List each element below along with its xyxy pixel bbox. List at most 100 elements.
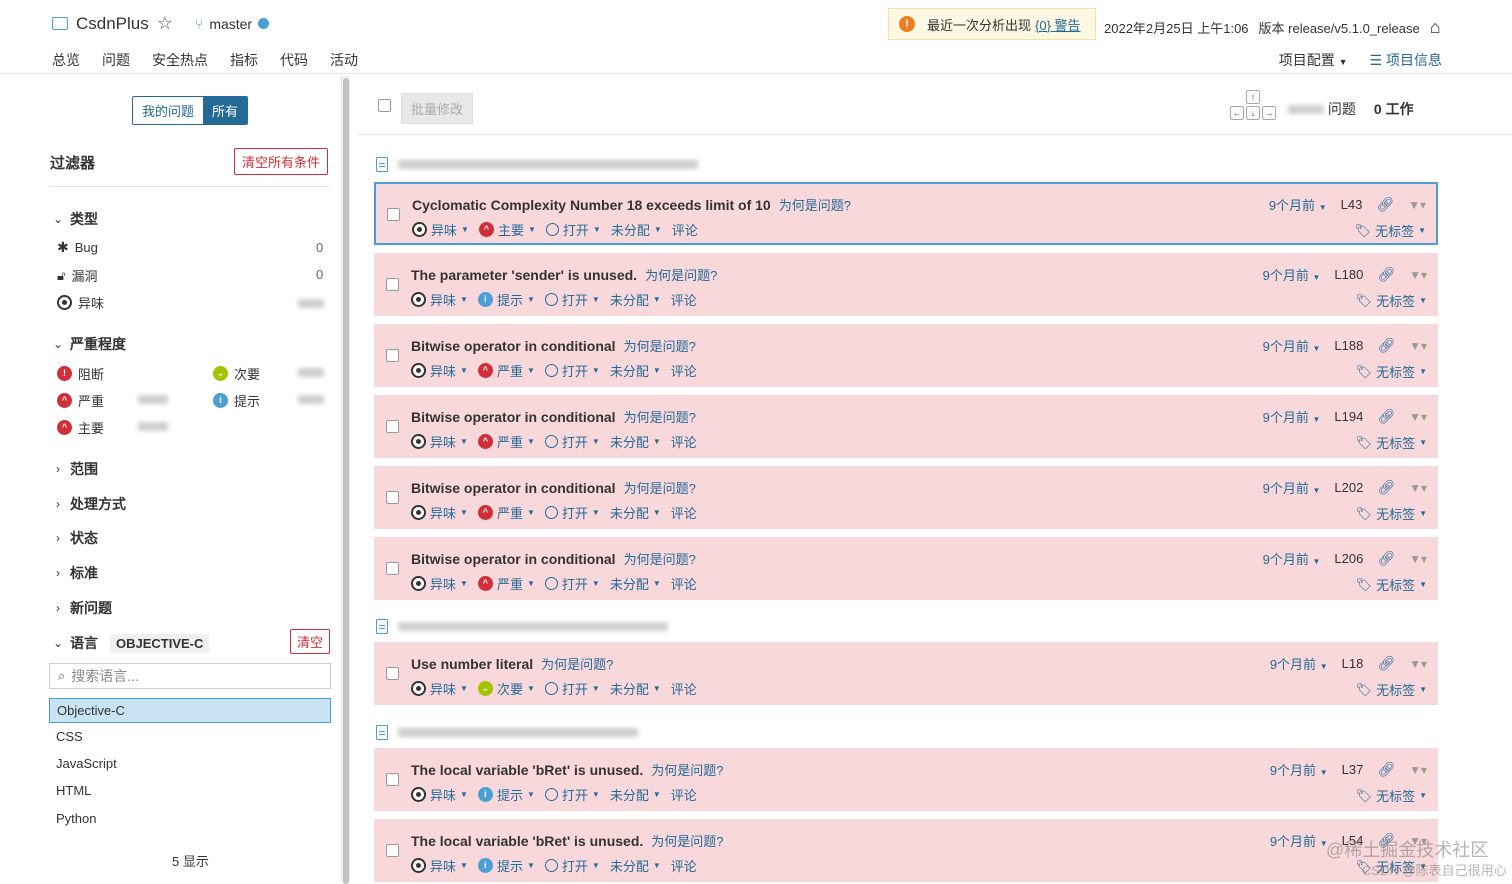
facet-resolution-header[interactable]: › 处理方式 bbox=[52, 494, 126, 514]
issue-type-dropdown[interactable]: 异味 ▼ bbox=[411, 856, 468, 875]
all-issues-button[interactable]: 所有 bbox=[203, 97, 248, 124]
facet-scope-header[interactable]: › 范围 bbox=[52, 459, 98, 479]
issue-severity-dropdown[interactable]: ^ 严重 ▼ bbox=[477, 432, 535, 451]
issue-tags-dropdown[interactable]: 🏷︎ 无标签 ▼ bbox=[1356, 786, 1427, 805]
issue-status-dropdown[interactable]: 打开 ▼ bbox=[544, 290, 600, 309]
bulk-change-button[interactable]: 批量修改 bbox=[401, 93, 474, 124]
sidebar-scrollbar[interactable] bbox=[342, 76, 350, 884]
issue-severity-dropdown[interactable]: ^ 主要 ▼ bbox=[478, 220, 536, 239]
issue-checkbox[interactable] bbox=[386, 420, 399, 433]
issue-age-dropdown[interactable]: 9个月前 ▼ bbox=[1270, 831, 1328, 850]
facet-severity-minor[interactable]: ⌄ 次要 bbox=[213, 364, 260, 383]
select-all-checkbox[interactable] bbox=[378, 99, 391, 112]
issue-message[interactable]: Bitwise operator in conditional bbox=[411, 409, 616, 425]
issue-checkbox[interactable] bbox=[386, 844, 399, 857]
tab-issues[interactable]: 问题 bbox=[102, 50, 130, 78]
issue-card[interactable]: Bitwise operator in conditional 为何是问题? 异味 ▼… bbox=[374, 324, 1438, 387]
why-is-this-issue-link[interactable]: 为何是问题? bbox=[651, 763, 723, 778]
warning-link[interactable]: {0} 警告 bbox=[1035, 15, 1081, 34]
issue-age-dropdown[interactable]: 9个月前 ▼ bbox=[1270, 760, 1328, 779]
language-search-input[interactable]: ⌕ 搜索语言... bbox=[49, 663, 331, 689]
tab-overview[interactable]: 总览 bbox=[52, 50, 80, 78]
issue-status-dropdown[interactable]: 打开 ▼ bbox=[544, 503, 600, 522]
issue-message[interactable]: Cyclomatic Complexity Number 18 exceeds … bbox=[412, 197, 771, 213]
permalink-icon[interactable]: 🔗︎ bbox=[1377, 655, 1395, 672]
why-is-this-issue-link[interactable]: 为何是问题? bbox=[651, 834, 723, 849]
issue-severity-dropdown[interactable]: ^ 严重 ▼ bbox=[477, 503, 535, 522]
issue-type-dropdown[interactable]: 异味 ▼ bbox=[411, 361, 468, 380]
facet-status-header[interactable]: › 状态 bbox=[52, 528, 98, 548]
facet-severity-blocker[interactable]: ! 阻断 bbox=[57, 364, 104, 383]
issue-assignee-dropdown[interactable]: 未分配 ▼ bbox=[610, 503, 661, 522]
permalink-icon[interactable]: 🔗︎ bbox=[1377, 266, 1395, 283]
facet-language-header[interactable]: ⌄ 语言 OBJECTIVE-C bbox=[52, 633, 210, 653]
issue-age-dropdown[interactable]: 9个月前 ▼ bbox=[1263, 549, 1321, 568]
issue-message[interactable]: Bitwise operator in conditional bbox=[411, 338, 616, 354]
issue-age-dropdown[interactable]: 9个月前 ▼ bbox=[1270, 654, 1328, 673]
facet-type-code-smell[interactable]: 异味 bbox=[57, 293, 104, 312]
issue-card[interactable]: Bitwise operator in conditional 为何是问题? 异味 ▼… bbox=[374, 466, 1438, 529]
why-is-this-issue-link[interactable]: 为何是问题? bbox=[645, 268, 717, 283]
language-item-javascript[interactable]: JavaScript bbox=[49, 751, 331, 776]
facet-severity-info[interactable]: i 提示 bbox=[213, 391, 260, 410]
issue-comment-link[interactable]: 评论 bbox=[671, 290, 697, 309]
issue-assignee-dropdown[interactable]: 未分配 ▼ bbox=[610, 290, 661, 309]
filter-icon[interactable]: ▼▾ bbox=[1409, 268, 1427, 282]
issue-message[interactable]: The local variable 'bRet' is unused. bbox=[411, 762, 643, 778]
tab-code[interactable]: 代码 bbox=[280, 50, 308, 78]
why-is-this-issue-link[interactable]: 为何是问题? bbox=[624, 481, 696, 496]
facet-standards-header[interactable]: › 标准 bbox=[52, 563, 98, 583]
issue-card[interactable]: Bitwise operator in conditional 为何是问题? 异味 ▼… bbox=[374, 537, 1438, 600]
facet-severity-critical[interactable]: ^ 严重 bbox=[57, 391, 104, 410]
issue-comment-link[interactable]: 评论 bbox=[671, 432, 697, 451]
issue-assignee-dropdown[interactable]: 未分配 ▼ bbox=[610, 785, 661, 804]
issue-tags-dropdown[interactable]: 🏷︎ 无标签 ▼ bbox=[1356, 433, 1427, 452]
issue-checkbox[interactable] bbox=[386, 773, 399, 786]
issue-tags-dropdown[interactable]: 🏷︎ 无标签 ▼ bbox=[1356, 362, 1427, 381]
issue-card[interactable]: Use number literal 为何是问题? 异味 ▼ ⌄ 次要 ▼ 打开 ▼ 未分配 ▼ 评论… bbox=[374, 642, 1438, 705]
filter-icon[interactable]: ▼▾ bbox=[1409, 481, 1427, 495]
project-config-menu[interactable]: 项目配置 ▼ bbox=[1279, 50, 1348, 70]
file-header[interactable] bbox=[376, 619, 668, 634]
permalink-icon[interactable]: 🔗︎ bbox=[1376, 196, 1394, 213]
issue-age-dropdown[interactable]: 9个月前 ▼ bbox=[1269, 195, 1327, 214]
tab-security-hotspots[interactable]: 安全热点 bbox=[152, 50, 208, 78]
issue-checkbox[interactable] bbox=[387, 208, 400, 221]
issue-status-dropdown[interactable]: 打开 ▼ bbox=[544, 856, 600, 875]
scrollbar-thumb[interactable] bbox=[343, 78, 349, 884]
permalink-icon[interactable]: 🔗︎ bbox=[1377, 550, 1395, 567]
issue-age-dropdown[interactable]: 9个月前 ▼ bbox=[1263, 407, 1321, 426]
issue-assignee-dropdown[interactable]: 未分配 ▼ bbox=[610, 856, 661, 875]
issue-card[interactable]: Cyclomatic Complexity Number 18 exceeds … bbox=[374, 182, 1438, 245]
home-icon[interactable]: ⌂ bbox=[1430, 17, 1441, 38]
issue-comment-link[interactable]: 评论 bbox=[671, 574, 697, 593]
issue-age-dropdown[interactable]: 9个月前 ▼ bbox=[1263, 336, 1321, 355]
issue-status-dropdown[interactable]: 打开 ▼ bbox=[545, 220, 601, 239]
issue-status-dropdown[interactable]: 打开 ▼ bbox=[544, 361, 600, 380]
why-is-this-issue-link[interactable]: 为何是问题? bbox=[779, 198, 851, 213]
issue-age-dropdown[interactable]: 9个月前 ▼ bbox=[1263, 265, 1321, 284]
issue-severity-dropdown[interactable]: ⌄ 次要 ▼ bbox=[477, 679, 535, 698]
branch-selector[interactable]: ⑂ master bbox=[195, 16, 270, 32]
filter-icon[interactable]: ▼▾ bbox=[1409, 657, 1427, 671]
issue-tags-dropdown[interactable]: 🏷︎ 无标签 ▼ bbox=[1356, 291, 1427, 310]
issue-type-dropdown[interactable]: 异味 ▼ bbox=[412, 220, 469, 239]
language-item-html[interactable]: HTML bbox=[49, 778, 331, 803]
issue-checkbox[interactable] bbox=[386, 278, 399, 291]
issue-checkbox[interactable] bbox=[386, 491, 399, 504]
permalink-icon[interactable]: 🔗︎ bbox=[1377, 337, 1395, 354]
issue-message[interactable]: The parameter 'sender' is unused. bbox=[411, 267, 637, 283]
issue-card[interactable]: Bitwise operator in conditional 为何是问题? 异味 ▼… bbox=[374, 395, 1438, 458]
my-issues-button[interactable]: 我的问题 bbox=[133, 97, 204, 124]
why-is-this-issue-link[interactable]: 为何是问题? bbox=[624, 339, 696, 354]
issue-tags-dropdown[interactable]: 🏷︎ 无标签 ▼ bbox=[1355, 221, 1426, 240]
issue-type-dropdown[interactable]: 异味 ▼ bbox=[411, 785, 468, 804]
project-info-link[interactable]: ☰ 项目信息 bbox=[1370, 50, 1442, 70]
issue-comment-link[interactable]: 评论 bbox=[672, 220, 698, 239]
issue-card[interactable]: The parameter 'sender' is unused. 为何是问题? 异… bbox=[374, 253, 1438, 316]
issue-status-dropdown[interactable]: 打开 ▼ bbox=[544, 679, 600, 698]
permalink-icon[interactable]: 🔗︎ bbox=[1377, 408, 1395, 425]
star-icon[interactable]: ☆ bbox=[157, 13, 173, 34]
why-is-this-issue-link[interactable]: 为何是问题? bbox=[624, 410, 696, 425]
facet-severity-major[interactable]: ^ 主要 bbox=[57, 418, 104, 437]
